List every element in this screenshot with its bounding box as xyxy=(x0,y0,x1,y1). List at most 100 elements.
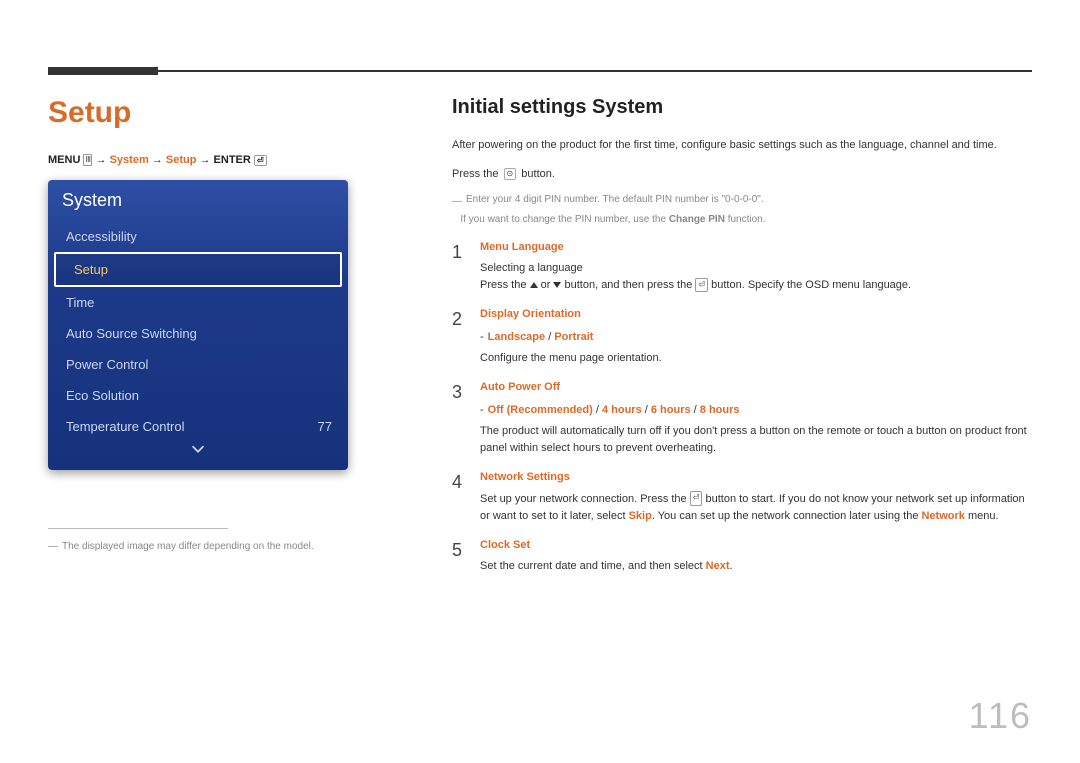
sep: / xyxy=(593,404,602,416)
enter-icon: ⏎ xyxy=(690,491,703,505)
sep: / xyxy=(691,404,700,416)
t: Set the current date and time, and then … xyxy=(480,560,706,572)
menu-item-eco[interactable]: Eco Solution xyxy=(48,380,348,411)
footnote-text: The displayed image may differ depending… xyxy=(62,541,314,552)
text: If you want to change the PIN number, us… xyxy=(460,214,668,225)
menu-item-value: 77 xyxy=(318,419,332,434)
t: menu. xyxy=(965,510,999,522)
step-number: 3 xyxy=(452,379,474,457)
text: Selecting a language xyxy=(480,260,1032,277)
header-rule xyxy=(48,70,1032,72)
sep: / xyxy=(642,404,651,416)
step-title: Menu Language xyxy=(480,239,1032,256)
network-label: Network xyxy=(922,510,965,522)
chevron-down-icon[interactable] xyxy=(48,442,348,462)
breadcrumb-enter: ENTER xyxy=(214,154,251,166)
t: . xyxy=(729,560,732,572)
opt: Off (Recommended) xyxy=(488,404,593,416)
t: Set up your network connection. Press th… xyxy=(480,493,690,505)
step-4: 4 Network Settings Set up your network c… xyxy=(452,469,1032,524)
menu-item-time[interactable]: Time xyxy=(48,287,348,318)
arrow: → xyxy=(196,154,213,166)
sep: / xyxy=(545,331,554,343)
t: . You can set up the network connection … xyxy=(652,510,922,522)
arrow: → xyxy=(149,154,166,166)
enter-icon: ⏎ xyxy=(695,278,708,292)
step-number: 2 xyxy=(452,306,474,367)
step-2: 2 Display Orientation -Landscape / Portr… xyxy=(452,306,1032,367)
step-body: Auto Power Off -Off (Recommended) / 4 ho… xyxy=(480,379,1032,457)
menu-item-power-control[interactable]: Power Control xyxy=(48,349,348,380)
text: button. xyxy=(518,168,555,180)
system-menu-panel: System Accessibility Setup Time Auto Sou… xyxy=(48,180,348,470)
text: function. xyxy=(725,214,766,225)
opt: Portrait xyxy=(554,331,593,343)
step-5: 5 Clock Set Set the current date and tim… xyxy=(452,537,1032,575)
breadcrumb-setup: Setup xyxy=(166,154,197,166)
menu-item-setup[interactable]: Setup xyxy=(54,252,342,287)
steps-list: 1 Menu Language Selecting a language Pre… xyxy=(452,239,1032,575)
skip-label: Skip xyxy=(629,510,652,522)
right-heading: Initial settings System xyxy=(452,96,1032,119)
menu-item-label: Eco Solution xyxy=(66,388,139,403)
change-pin-label: Change PIN xyxy=(669,214,725,225)
step-title: Auto Power Off xyxy=(480,379,1032,396)
step-3: 3 Auto Power Off -Off (Recommended) / 4 … xyxy=(452,379,1032,457)
step-body: Clock Set Set the current date and time,… xyxy=(480,537,1032,575)
manual-page: Setup MENU Ⅲ → System → Setup → ENTER ⏎ … xyxy=(0,0,1080,763)
next-label: Next xyxy=(706,560,730,572)
text: Configure the menu page orientation. xyxy=(480,350,1032,367)
menu-item-label: Time xyxy=(66,295,94,310)
text: Press the or button, and then press the … xyxy=(480,277,1032,294)
intro-press: Press the ⊙ button. xyxy=(452,166,1032,183)
menu-item-label: Setup xyxy=(74,262,108,277)
right-column: Initial settings System After powering o… xyxy=(452,96,1032,587)
text: Set the current date and time, and then … xyxy=(480,558,1032,575)
options: -Landscape / Portrait xyxy=(480,329,1032,346)
page-number: 116 xyxy=(969,695,1032,737)
text: Enter your 4 digit PIN number. The defau… xyxy=(466,194,764,205)
text: The product will automatically turn off … xyxy=(480,423,1032,457)
step-body: Menu Language Selecting a language Press… xyxy=(480,239,1032,294)
step-number: 5 xyxy=(452,537,474,575)
breadcrumb-system: System xyxy=(110,154,149,166)
menu-item-label: Power Control xyxy=(66,357,148,372)
step-number: 4 xyxy=(452,469,474,524)
step-1: 1 Menu Language Selecting a language Pre… xyxy=(452,239,1032,294)
menu-header: System xyxy=(48,180,348,221)
t: button, and then press the xyxy=(561,279,695,291)
enter-icon: ⏎ xyxy=(254,155,267,166)
t: button. Specify the OSD menu language. xyxy=(708,279,911,291)
menu-item-label: Auto Source Switching xyxy=(66,326,197,341)
options: -Off (Recommended) / 4 hours / 6 hours /… xyxy=(480,402,1032,419)
step-title: Display Orientation xyxy=(480,306,1032,323)
opt: 4 hours xyxy=(602,404,642,416)
menu-item-temp[interactable]: Temperature Control 77 xyxy=(48,411,348,442)
breadcrumb-menu: MENU xyxy=(48,154,80,166)
opt: 8 hours xyxy=(700,404,740,416)
breadcrumb: MENU Ⅲ → System → Setup → ENTER ⏎ xyxy=(48,154,348,166)
intro-text: After powering on the product for the fi… xyxy=(452,137,1032,154)
text: Press the xyxy=(452,168,502,180)
menu-item-label: Temperature Control xyxy=(66,419,185,434)
pin-note-change: If you want to change the PIN number, us… xyxy=(452,214,1032,225)
left-column: Setup MENU Ⅲ → System → Setup → ENTER ⏎ … xyxy=(48,96,348,552)
section-title: Setup xyxy=(48,96,348,130)
t: Press the xyxy=(480,279,530,291)
opt: 6 hours xyxy=(651,404,691,416)
pin-note: ―Enter your 4 digit PIN number. The defa… xyxy=(452,194,1032,210)
step-title: Clock Set xyxy=(480,537,1032,554)
power-icon: ⊙ xyxy=(504,168,517,180)
menu-item-auto-source[interactable]: Auto Source Switching xyxy=(48,318,348,349)
text: Set up your network connection. Press th… xyxy=(480,491,1032,525)
step-number: 1 xyxy=(452,239,474,294)
step-body: Display Orientation -Landscape / Portrai… xyxy=(480,306,1032,367)
footnote: ―The displayed image may differ dependin… xyxy=(48,541,348,552)
step-title: Network Settings xyxy=(480,469,1032,486)
divider xyxy=(48,528,228,529)
menu-item-accessibility[interactable]: Accessibility xyxy=(48,221,348,252)
opt: Landscape xyxy=(488,331,545,343)
menu-icon: Ⅲ xyxy=(83,154,92,166)
step-body: Network Settings Set up your network con… xyxy=(480,469,1032,524)
t: or xyxy=(538,279,554,291)
